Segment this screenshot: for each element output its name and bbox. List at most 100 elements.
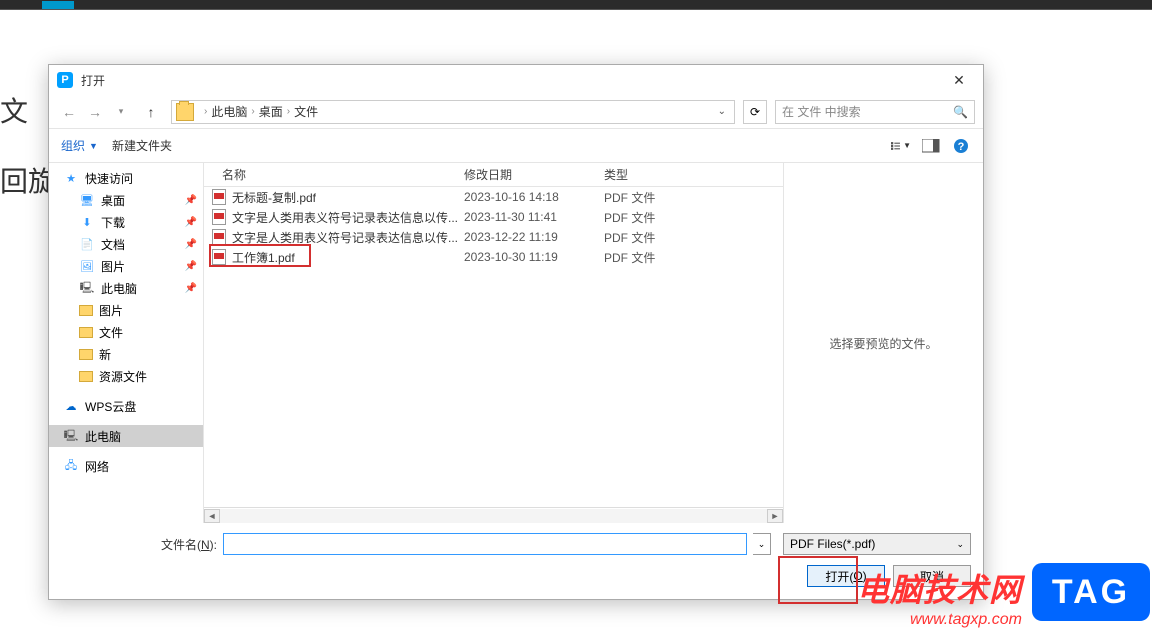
sidebar-files[interactable]: 文件 <box>49 321 203 343</box>
pc-icon: 🖳 <box>63 428 79 444</box>
scroll-left-button[interactable]: ◄ <box>204 509 220 523</box>
sidebar-label: 新 <box>99 346 111 363</box>
column-date[interactable]: 修改日期 <box>464 166 604 183</box>
sidebar-new[interactable]: 新 <box>49 343 203 365</box>
document-icon: 📄 <box>79 236 95 252</box>
nav-history-dropdown[interactable]: ▾ <box>109 100 133 124</box>
organize-label: 组织 <box>61 137 85 154</box>
pin-icon: 📌 <box>185 239 197 250</box>
refresh-button[interactable]: ⟳ <box>743 100 767 124</box>
column-name[interactable]: 名称 <box>204 166 464 183</box>
nav-forward-button[interactable]: → <box>83 100 107 124</box>
sidebar-this-pc2[interactable]: 🖳此电脑 <box>49 425 203 447</box>
app-top-bar <box>0 0 1152 10</box>
horizontal-scrollbar[interactable]: ◄ ► <box>204 507 783 523</box>
toolbar: 组织 ▼ 新建文件夹 ▼ ? <box>49 129 983 163</box>
breadcrumb-desktop[interactable]: 桌面 <box>259 103 283 120</box>
sidebar-this-pc[interactable]: 🖳此电脑📌 <box>49 277 203 299</box>
chevron-down-icon: ▼ <box>89 141 98 151</box>
search-input[interactable]: 在 文件 中搜索 🔍 <box>775 100 975 124</box>
search-placeholder: 在 文件 中搜索 <box>782 103 861 120</box>
file-type: PDF 文件 <box>604 229 724 246</box>
nav-bar: ← → ▾ ↑ › 此电脑 › 桌面 › 文件 ⌄ ⟳ 在 文件 中搜索 🔍 <box>49 95 983 129</box>
file-row[interactable]: 工作簿1.pdf 2023-10-30 11:19 PDF 文件 <box>204 247 783 267</box>
file-date: 2023-10-16 14:18 <box>464 190 604 204</box>
pin-icon: 📌 <box>185 217 197 228</box>
organize-menu[interactable]: 组织 ▼ <box>61 137 98 154</box>
tag-badge: TAG <box>1032 563 1150 621</box>
filename-label: 文件名(N): <box>161 536 217 553</box>
cloud-icon: ☁ <box>63 398 79 414</box>
file-row[interactable]: 无标题-复制.pdf 2023-10-16 14:18 PDF 文件 <box>204 187 783 207</box>
desktop-icon: 🖥 <box>79 192 95 208</box>
preview-pane: 选择要预览的文件。 <box>783 163 983 523</box>
dialog-title: 打开 <box>81 72 105 89</box>
breadcrumb[interactable]: › 此电脑 › 桌面 › 文件 ⌄ <box>171 100 735 124</box>
breadcrumb-dropdown[interactable]: ⌄ <box>714 106 730 117</box>
sidebar: ★快速访问 🖥桌面📌 ⬇下载📌 📄文档📌 🖼图片📌 🖳此电脑📌 图片 文件 新 … <box>49 163 204 523</box>
network-icon: 🖧 <box>63 458 79 474</box>
chevron-right-icon: › <box>287 106 290 117</box>
sidebar-resources[interactable]: 资源文件 <box>49 365 203 387</box>
column-type[interactable]: 类型 <box>604 166 724 183</box>
filename-input[interactable] <box>223 533 747 555</box>
nav-back-button[interactable]: ← <box>57 100 81 124</box>
pin-icon: 📌 <box>185 261 197 272</box>
nav-up-button[interactable]: ↑ <box>139 100 163 124</box>
close-button[interactable]: ✕ <box>939 68 979 92</box>
body-area: ★快速访问 🖥桌面📌 ⬇下载📌 📄文档📌 🖼图片📌 🖳此电脑📌 图片 文件 新 … <box>49 163 983 523</box>
pdf-icon <box>212 249 226 265</box>
view-mode-button[interactable]: ▼ <box>891 137 911 155</box>
sidebar-label: 此电脑 <box>101 280 137 297</box>
sidebar-downloads[interactable]: ⬇下载📌 <box>49 211 203 233</box>
sidebar-label: 文件 <box>99 324 123 341</box>
breadcrumb-pc[interactable]: 此电脑 <box>211 103 247 120</box>
file-row[interactable]: 文字是人类用表义符号记录表达信息以传... 2023-11-30 11:41 P… <box>204 207 783 227</box>
file-date: 2023-10-30 11:19 <box>464 250 604 264</box>
view-tools: ▼ ? <box>891 137 971 155</box>
filename-dropdown[interactable]: ⌄ <box>753 533 771 555</box>
download-icon: ⬇ <box>79 214 95 230</box>
file-name: 文字是人类用表义符号记录表达信息以传... <box>232 229 458 246</box>
picture-icon: 🖼 <box>79 258 95 274</box>
preview-pane-button[interactable] <box>921 137 941 155</box>
folder-icon <box>79 305 93 316</box>
pdf-icon <box>212 189 226 205</box>
file-type: PDF 文件 <box>604 249 724 266</box>
file-name: 工作簿1.pdf <box>232 249 295 266</box>
pc-icon: 🖳 <box>79 280 95 296</box>
help-button[interactable]: ? <box>951 137 971 155</box>
sidebar-label: 文档 <box>101 236 125 253</box>
file-area: 名称 修改日期 类型 无标题-复制.pdf 2023-10-16 14:18 P… <box>204 163 783 523</box>
scroll-right-button[interactable]: ► <box>767 509 783 523</box>
sidebar-label: 图片 <box>101 258 125 275</box>
search-icon: 🔍 <box>953 105 968 119</box>
sidebar-desktop[interactable]: 🖥桌面📌 <box>49 189 203 211</box>
sidebar-quick-access[interactable]: ★快速访问 <box>49 167 203 189</box>
file-row[interactable]: 文字是人类用表义符号记录表达信息以传... 2023-12-22 11:19 P… <box>204 227 783 247</box>
sidebar-documents[interactable]: 📄 文档 📌 <box>49 233 203 255</box>
new-folder-button[interactable]: 新建文件夹 <box>112 137 172 154</box>
scroll-track[interactable] <box>220 509 767 523</box>
sidebar-pictures2[interactable]: 图片 <box>49 299 203 321</box>
sidebar-label: 桌面 <box>101 192 125 209</box>
app-icon: P <box>57 72 73 88</box>
filetype-select[interactable]: PDF Files(*.pdf) ⌄ <box>783 533 971 555</box>
filetype-label: PDF Files(*.pdf) <box>790 537 875 551</box>
title-bar: P 打开 ✕ <box>49 65 983 95</box>
breadcrumb-folder[interactable]: 文件 <box>294 103 318 120</box>
file-type: PDF 文件 <box>604 209 724 226</box>
sidebar-wps-cloud[interactable]: ☁ WPS云盘 <box>49 395 203 417</box>
sidebar-network[interactable]: 🖧 网络 <box>49 455 203 477</box>
file-date: 2023-11-30 11:41 <box>464 210 604 224</box>
file-list[interactable]: 无标题-复制.pdf 2023-10-16 14:18 PDF 文件 文字是人类… <box>204 187 783 507</box>
chevron-right-icon: › <box>204 106 207 117</box>
folder-icon <box>79 349 93 360</box>
sidebar-label: 图片 <box>99 302 123 319</box>
sidebar-pictures[interactable]: 🖼 图片 📌 <box>49 255 203 277</box>
sidebar-label: WPS云盘 <box>85 398 136 415</box>
preview-placeholder: 选择要预览的文件。 <box>829 335 937 352</box>
sidebar-label: 网络 <box>85 458 109 475</box>
file-type: PDF 文件 <box>604 189 724 206</box>
watermark-title: 电脑技术网 <box>857 565 1022 611</box>
